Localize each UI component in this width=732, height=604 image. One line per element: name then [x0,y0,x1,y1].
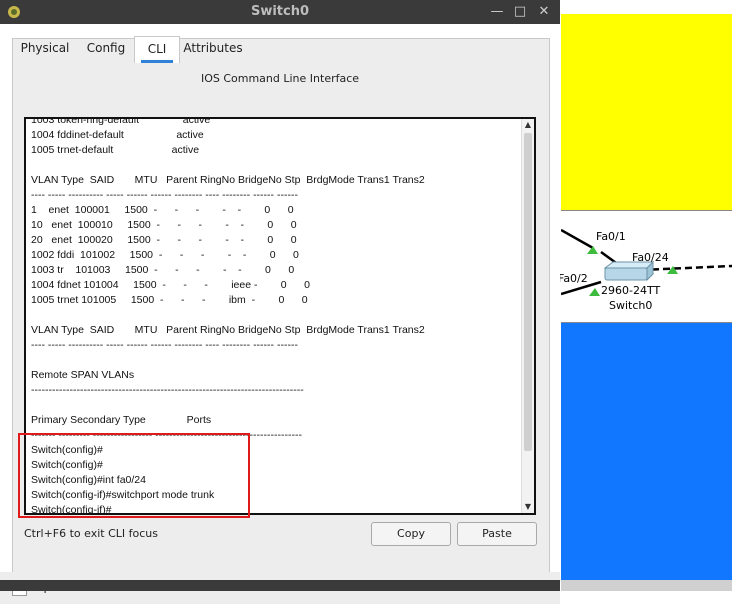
window-bottom-border [0,580,560,591]
port-label-fa024: Fa0/24 [632,251,669,264]
tab-physical[interactable]: Physical [12,36,78,62]
link-up-icon [587,246,598,254]
console-line: 1003 tr 101003 1500 - - - - - 0 0 [31,264,295,276]
canvas-bottom-strip [561,580,732,591]
device-model-label: 2960-24TT [601,284,661,297]
console-line: ---- ----- ---------- ----- ------ -----… [31,189,298,201]
console-line: Primary Secondary Type Ports [31,414,212,426]
device-window: Switch0 — □ ✕ Physical Config CLI Attrib… [0,0,560,604]
console-line: ---- ----- ---------- ----- ------ -----… [31,339,298,351]
scroll-up-icon[interactable]: ▲ [522,119,534,131]
console-line: Remote SPAN VLANs [31,369,135,381]
tab-attributes[interactable]: Attributes [178,36,248,62]
console-line: 1002 fddi 101002 1500 - - - - - 0 0 [31,249,299,261]
console-line: VLAN Type SAID MTU Parent RingNo BridgeN… [31,324,425,336]
console-scrollbar[interactable]: ▲ ▼ [521,119,534,513]
window-body: Physical Config CLI Attributes IOS Comma… [0,24,560,604]
console-line: 10 enet 100010 1500 - - - - - 0 0 [31,219,297,231]
window-title: Switch0 [250,4,310,19]
tab-label: CLI [147,42,167,56]
annotation-highlight-box [18,433,250,518]
scroll-down-icon[interactable]: ▼ [522,501,534,513]
console-line: 1003 token-ring-default active [31,117,211,126]
cli-heading: IOS Command Line Interface [200,72,360,85]
topology-canvas[interactable]: Fa0/1 Fa0/24 Fa0/2 2960-24TT Switch0 [558,0,732,591]
copy-button[interactable]: Copy [371,522,451,546]
tab-label: Attributes [183,41,243,55]
console-line: VLAN Type SAID MTU Parent RingNo BridgeN… [31,174,425,186]
link-up-icon [589,288,600,296]
yellow-zone [561,14,732,211]
tab-label: Physical [20,41,70,55]
switch-icon[interactable] [603,260,655,282]
tab-cli[interactable]: CLI [134,36,180,63]
paste-button[interactable]: Paste [457,522,537,546]
tab-config[interactable]: Config [78,36,134,62]
canvas-top-strip [561,0,732,15]
minimize-icon[interactable]: — [488,3,506,21]
console-line: 1005 trnet-default active [31,144,200,156]
console-line: 1005 trnet 101005 1500 - - - ibm - 0 0 [31,294,308,306]
port-label-fa01: Fa0/1 [596,230,626,243]
tab-label: Config [86,41,126,55]
maximize-icon[interactable]: □ [511,3,529,21]
blue-zone [561,322,732,581]
cli-focus-hint: Ctrl+F6 to exit CLI focus [24,527,159,540]
device-name-label: Switch0 [609,299,653,312]
scroll-thumb[interactable] [524,133,532,451]
active-tab-indicator [141,60,173,63]
title-bar[interactable]: Switch0 — □ ✕ [0,0,560,24]
console-line: 20 enet 100020 1500 - - - - - 0 0 [31,234,297,246]
console-line: ----------------------------------------… [31,384,304,396]
close-icon[interactable]: ✕ [535,3,553,21]
console-line: 1 enet 100001 1500 - - - - - 0 0 [31,204,294,216]
console-line: 1004 fdnet 101004 1500 - - - ieee - 0 0 [31,279,310,291]
port-label-fa02: Fa0/2 [558,272,588,285]
console-line: 1004 fddinet-default active [31,129,204,141]
